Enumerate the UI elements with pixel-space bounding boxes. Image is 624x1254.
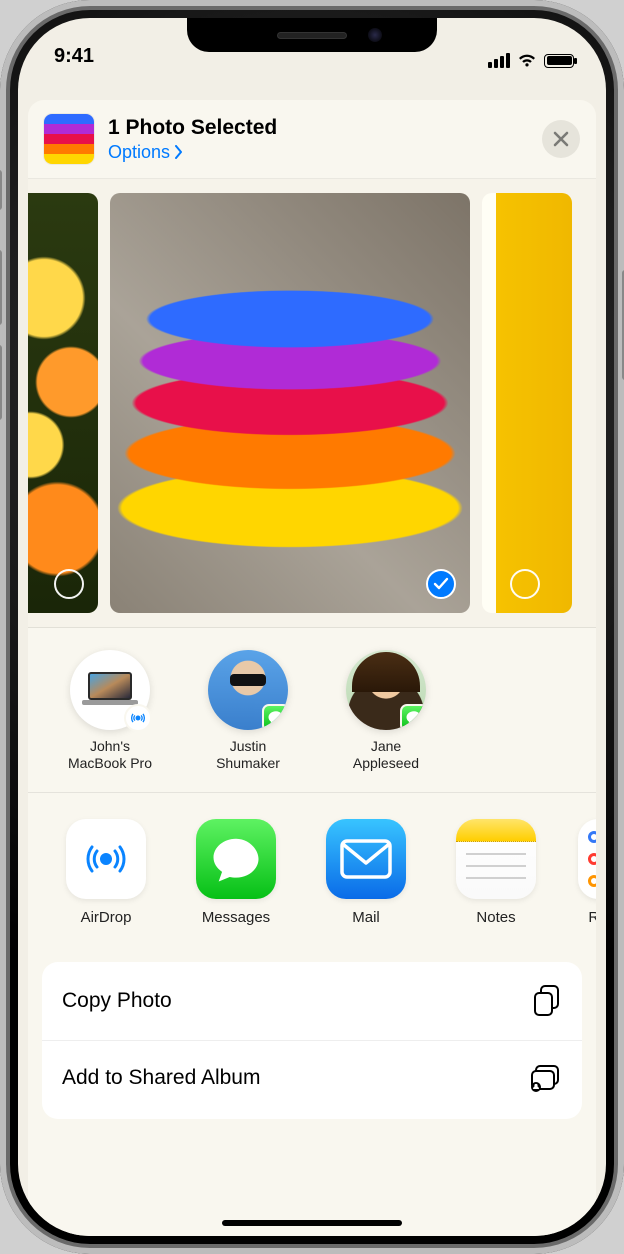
app-label: Messages <box>188 909 284 926</box>
share-app-mail[interactable]: Mail <box>318 819 414 926</box>
app-label: Mail <box>318 909 414 926</box>
share-target-contact[interactable]: John's MacBook Pro <box>50 650 170 772</box>
share-contacts-row: John's MacBook Pro Justin Shumaker <box>28 628 596 793</box>
app-label: Notes <box>448 909 544 926</box>
share-sheet: 1 Photo Selected Options <box>28 100 596 1236</box>
share-target-contact[interactable]: Jane Appleseed <box>326 650 446 772</box>
messages-badge-icon <box>400 704 426 730</box>
chevron-right-icon <box>174 145 184 159</box>
contact-name-line2: Shumaker <box>188 755 308 772</box>
share-actions-list: Copy Photo Add to Shared Album <box>42 962 582 1119</box>
header-text: 1 Photo Selected Options <box>108 116 277 163</box>
status-time: 9:41 <box>54 45 94 68</box>
sheet-title: 1 Photo Selected <box>108 116 277 140</box>
shared-album-icon <box>528 1063 562 1093</box>
phone-frame: 9:41 1 Photo Selected Options <box>0 0 624 1254</box>
selection-checkmark-selected[interactable] <box>426 569 456 599</box>
volume-down-button <box>0 345 2 420</box>
battery-icon <box>544 54 574 68</box>
avatar <box>208 650 288 730</box>
action-label: Add to Shared Album <box>62 1066 260 1090</box>
speaker <box>277 32 347 39</box>
macbook-icon <box>82 670 138 710</box>
share-app-notes[interactable]: Notes <box>448 819 544 926</box>
airdrop-badge-icon <box>124 704 152 732</box>
cellular-signal-icon <box>488 53 510 68</box>
notch <box>187 18 437 52</box>
avatar <box>70 650 150 730</box>
notes-icon <box>456 819 536 899</box>
options-button[interactable]: Options <box>108 142 277 163</box>
selected-thumbnail[interactable] <box>44 114 94 164</box>
copy-icon <box>532 984 562 1018</box>
close-button[interactable] <box>542 120 580 158</box>
sheet-header: 1 Photo Selected Options <box>28 100 596 179</box>
app-label: Re <box>578 909 596 926</box>
share-app-messages[interactable]: Messages <box>188 819 284 926</box>
options-label: Options <box>108 142 170 163</box>
reminders-icon <box>578 819 596 899</box>
contact-name-line2: MacBook Pro <box>50 755 170 772</box>
contact-name-line1: John's <box>50 738 170 755</box>
contact-name-line1: Jane <box>326 738 446 755</box>
messages-badge-icon <box>262 704 288 730</box>
front-camera <box>368 28 382 42</box>
airdrop-icon <box>66 819 146 899</box>
share-app-airdrop[interactable]: AirDrop <box>58 819 154 926</box>
contact-name-line2: Appleseed <box>326 755 446 772</box>
photo-thumbnail[interactable] <box>110 193 470 613</box>
checkmark-icon <box>433 577 449 591</box>
photo-thumbnail[interactable] <box>28 193 98 613</box>
close-icon <box>553 131 569 147</box>
mute-switch <box>0 170 2 210</box>
status-indicators <box>488 53 574 68</box>
photo-selection-strip[interactable] <box>28 179 596 628</box>
selection-ring-unselected[interactable] <box>54 569 84 599</box>
screen: 9:41 1 Photo Selected Options <box>18 18 606 1236</box>
volume-up-button <box>0 250 2 325</box>
wifi-icon <box>517 53 537 68</box>
action-label: Copy Photo <box>62 989 172 1013</box>
app-label: AirDrop <box>58 909 154 926</box>
contact-name-line1: Justin <box>188 738 308 755</box>
share-target-contact[interactable]: Justin Shumaker <box>188 650 308 772</box>
share-apps-row[interactable]: AirDrop Messages Mail Notes <box>28 793 596 948</box>
photo-thumbnail[interactable] <box>482 193 572 613</box>
selection-ring-unselected[interactable] <box>510 569 540 599</box>
mail-icon <box>326 819 406 899</box>
home-indicator[interactable] <box>222 1220 402 1226</box>
messages-icon <box>196 819 276 899</box>
avatar <box>346 650 426 730</box>
share-app-reminders[interactable]: Re <box>578 819 596 926</box>
action-add-to-shared-album[interactable]: Add to Shared Album <box>42 1041 582 1119</box>
action-copy-photo[interactable]: Copy Photo <box>42 962 582 1041</box>
